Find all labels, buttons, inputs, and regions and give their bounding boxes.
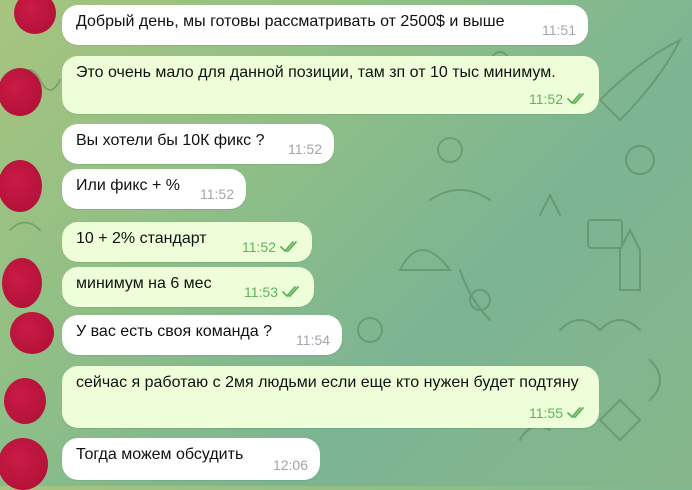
- message-bubble-outgoing[interactable]: 10 + 2% стандарт 11:52: [62, 222, 312, 262]
- message-bubble-outgoing[interactable]: минимум на 6 мес 11:53: [62, 267, 314, 307]
- avatar[interactable]: [2, 258, 42, 308]
- message-time: 11:52: [242, 239, 276, 255]
- avatar[interactable]: [10, 312, 54, 354]
- double-check-icon: [567, 93, 587, 105]
- message-bubble-incoming[interactable]: У вас есть своя команда ? 11:54: [62, 315, 342, 355]
- message-time: 11:52: [288, 141, 322, 157]
- message-meta: 11:52: [288, 141, 322, 157]
- message-bubble-incoming[interactable]: Или фикс + % 11:52: [62, 169, 246, 209]
- message-time: 11:52: [200, 186, 234, 202]
- message-bubble-incoming[interactable]: Тогда можем обсудить 12:06: [62, 438, 320, 480]
- message-bubble-outgoing[interactable]: сейчас я работаю с 2мя людьми если еще к…: [62, 366, 599, 428]
- avatar[interactable]: [0, 438, 48, 490]
- message-time: 11:53: [244, 284, 278, 300]
- message-text: Вы хотели бы 10К фикс ?: [76, 132, 265, 149]
- avatar[interactable]: [14, 0, 56, 34]
- message-bubble-incoming[interactable]: Добрый день, мы готовы рассматривать от …: [62, 5, 588, 45]
- message-text: Это очень мало для данной позиции, там з…: [76, 64, 556, 81]
- message-meta: 11:53: [244, 284, 302, 300]
- message-text: 10 + 2% стандарт: [76, 230, 207, 247]
- message-text: Или фикс + %: [76, 177, 180, 194]
- message-text: Тогда можем обсудить: [76, 446, 244, 463]
- message-meta: 11:54: [296, 332, 330, 348]
- message-time: 12:06: [272, 457, 308, 473]
- double-check-icon: [567, 407, 587, 419]
- message-time: 11:54: [296, 332, 330, 348]
- double-check-icon: [282, 286, 302, 298]
- message-meta: 11:52: [242, 239, 300, 255]
- message-time: 11:55: [529, 405, 563, 421]
- message-text: минимум на 6 мес: [76, 275, 212, 292]
- message-meta: 11:51: [542, 22, 576, 38]
- message-meta: 11:52: [200, 186, 234, 202]
- message-meta: 11:52: [529, 91, 587, 107]
- message-text: У вас есть своя команда ?: [76, 323, 272, 340]
- message-text: сейчас я работаю с 2мя людьми если еще к…: [76, 374, 579, 391]
- message-list[interactable]: Добрый день, мы готовы рассматривать от …: [0, 0, 692, 490]
- avatar[interactable]: [4, 378, 46, 424]
- avatar[interactable]: [0, 160, 42, 212]
- avatar[interactable]: [0, 68, 42, 116]
- message-meta: 12:06: [273, 457, 308, 473]
- message-text: Добрый день, мы готовы рассматривать от …: [76, 13, 505, 30]
- double-check-icon: [280, 241, 300, 253]
- message-bubble-outgoing[interactable]: Это очень мало для данной позиции, там з…: [62, 56, 599, 114]
- message-time: 11:52: [529, 91, 563, 107]
- message-meta: 11:55: [529, 405, 587, 421]
- message-bubble-incoming[interactable]: Вы хотели бы 10К фикс ? 11:52: [62, 124, 334, 164]
- message-time: 11:51: [542, 22, 576, 38]
